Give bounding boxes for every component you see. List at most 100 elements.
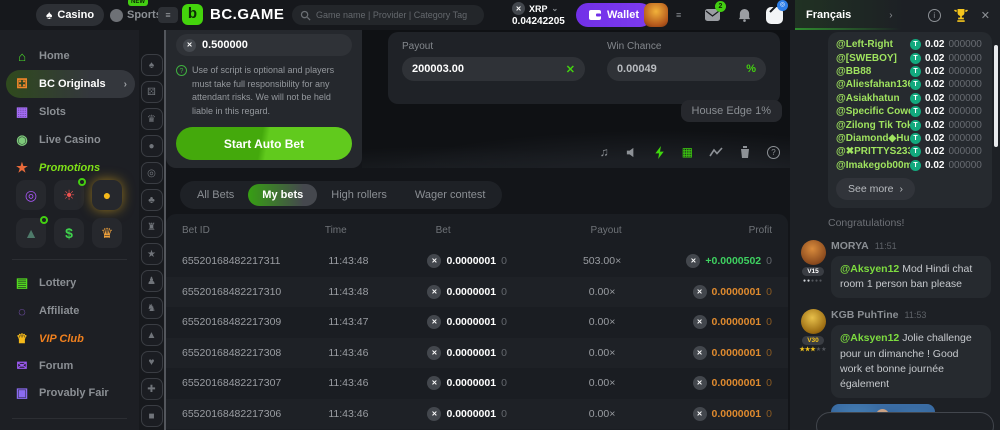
chat-room-selector[interactable]: Français bbox=[806, 9, 851, 21]
table-header: Bet ID Time Bet Payout Profit bbox=[166, 214, 788, 246]
sidebar-item-live-casino[interactable]: ◉ Live Casino bbox=[6, 126, 135, 154]
bet-value-dim: 0 bbox=[501, 316, 507, 328]
search-bar[interactable] bbox=[292, 5, 484, 25]
notifications-button[interactable] bbox=[734, 5, 754, 25]
username[interactable]: @Specific Cowden bbox=[836, 106, 910, 117]
username[interactable]: @Diamond◆Hu... bbox=[836, 133, 910, 144]
game-shortcut-button[interactable]: ◎ bbox=[141, 162, 163, 184]
table-row[interactable]: 65520168482217308 11:43:46 ✕0.00000010 0… bbox=[166, 338, 788, 369]
promo-coins-tile[interactable]: ♛ bbox=[92, 218, 122, 248]
promo-tag-tile[interactable]: $ bbox=[54, 218, 84, 248]
username[interactable]: @Aliesfahan1363 bbox=[836, 79, 910, 90]
game-shortcut-button[interactable]: ♥ bbox=[141, 351, 163, 373]
toggle-collapse-button[interactable]: ≡ bbox=[158, 7, 178, 23]
promo-wheel-tile[interactable]: ☀ bbox=[54, 180, 84, 210]
t-coin-icon: T bbox=[910, 120, 921, 131]
promo-piggy-tile[interactable]: ● bbox=[92, 180, 122, 210]
chat-scrollbar[interactable] bbox=[994, 45, 998, 147]
tab-all-bets[interactable]: All Bets bbox=[183, 184, 248, 206]
chat-input[interactable] bbox=[816, 412, 994, 430]
sidebar-item-forum[interactable]: ✉ Forum bbox=[6, 352, 135, 380]
trophy-icon[interactable] bbox=[954, 9, 968, 22]
username[interactable]: @Left-Right bbox=[836, 39, 910, 50]
username[interactable]: @[SWEBOY] bbox=[836, 53, 910, 64]
table-row[interactable]: 65520168482217311 11:43:48 ✕0.00000010 5… bbox=[166, 246, 788, 277]
sidebar-item-affiliate[interactable]: ◌ Affiliate bbox=[6, 297, 135, 325]
sidebar-item-home[interactable]: ⌂ Home bbox=[6, 42, 135, 70]
account-menu-icon[interactable]: ≡ bbox=[676, 10, 682, 20]
game-shortcut-button[interactable]: ♣ bbox=[141, 189, 163, 211]
close-icon[interactable]: ✕ bbox=[981, 9, 990, 22]
username[interactable]: @Zilong Tik Tok bbox=[836, 120, 910, 131]
table-row[interactable]: 65520168482217309 11:43:47 ✕0.00000010 0… bbox=[166, 307, 788, 338]
xrp-coin-icon: ✕ bbox=[693, 315, 707, 329]
news-button[interactable]: ◎ bbox=[764, 5, 784, 25]
message-username[interactable]: KGB PuhTine bbox=[831, 309, 898, 321]
start-auto-bet-button[interactable]: Start Auto Bet bbox=[176, 127, 352, 160]
bell-icon bbox=[738, 8, 751, 22]
sports-toggle[interactable]: Sports NEW bbox=[110, 4, 162, 26]
avatar[interactable] bbox=[801, 240, 826, 265]
tab-high-rollers[interactable]: High rollers bbox=[317, 184, 401, 206]
promo-spin-tile[interactable]: ◎ bbox=[16, 180, 46, 210]
t-coin-icon: T bbox=[910, 160, 921, 171]
game-shortcut-button[interactable]: ✚ bbox=[141, 378, 163, 400]
game-shortcut-button[interactable]: ♜ bbox=[141, 216, 163, 238]
hotkeys-icon[interactable]: ▦ bbox=[682, 145, 693, 159]
sidebar-item-vip-club[interactable]: ♛ VIP Club bbox=[6, 325, 135, 353]
username[interactable]: @Imakegob00m... bbox=[836, 160, 910, 171]
game-shortcut-button[interactable]: ♠ bbox=[141, 54, 163, 76]
bet-amount-input[interactable]: ✕ 0.500000 bbox=[176, 34, 352, 56]
turbo-icon[interactable] bbox=[654, 146, 666, 159]
game-shortcut-button[interactable]: ♟ bbox=[141, 270, 163, 292]
sidebar-item-label: Promotions bbox=[39, 162, 100, 174]
user-avatar[interactable] bbox=[644, 3, 668, 27]
sidebar-item-promotions[interactable]: ★ Promotions bbox=[6, 154, 135, 182]
avatar[interactable] bbox=[801, 309, 826, 334]
game-shortcut-button[interactable]: ▲ bbox=[141, 324, 163, 346]
promo-rocket-tile[interactable]: ▲ bbox=[16, 218, 46, 248]
sidebar-item-bc-originals[interactable]: ⚃ BC Originals › bbox=[6, 70, 135, 98]
game-shortcut-button[interactable]: ■ bbox=[141, 405, 163, 427]
table-row[interactable]: 65520168482217306 11:43:46 ✕0.00000010 0… bbox=[166, 399, 788, 430]
table-row[interactable]: 65520168482217310 11:43:48 ✕0.00000010 0… bbox=[166, 277, 788, 308]
xrp-coin-icon: ✕ bbox=[693, 407, 707, 421]
logo[interactable]: b BC.GAME bbox=[182, 4, 284, 25]
table-row[interactable]: 65520168482217307 11:43:46 ✕0.00000010 0… bbox=[166, 368, 788, 399]
win-chance-input[interactable]: 0.00049 % bbox=[607, 57, 766, 81]
sidebar: ⌂ Home ⚃ BC Originals › ▦ Slots ◉ Live C… bbox=[0, 30, 139, 430]
bet-time: 11:43:46 bbox=[328, 408, 427, 420]
help-icon[interactable]: ? bbox=[767, 146, 780, 159]
casino-toggle[interactable]: ♠ Casino bbox=[36, 4, 104, 26]
balance-selector[interactable]: ✕ XRP ⌄ 0.04242205 bbox=[512, 2, 565, 27]
game-shortcut-button[interactable]: ♞ bbox=[141, 297, 163, 319]
chat-rules-icon[interactable]: i bbox=[928, 9, 941, 22]
see-more-button[interactable]: See more › bbox=[836, 178, 915, 200]
bet-value-dim: 0 bbox=[501, 377, 507, 389]
game-shortcut-button[interactable]: ● bbox=[141, 135, 163, 157]
username[interactable]: @Asiakhatun bbox=[836, 93, 910, 104]
game-shortcut-button[interactable]: ⚄ bbox=[141, 81, 163, 103]
username[interactable]: @BB88 bbox=[836, 66, 910, 77]
sidebar-item-lottery[interactable]: ▤ Lottery bbox=[6, 269, 135, 297]
sidebar-item-slots[interactable]: ▦ Slots bbox=[6, 98, 135, 126]
game-shortcut-button[interactable]: ★ bbox=[141, 243, 163, 265]
music-toggle-icon[interactable]: ♫ bbox=[600, 145, 609, 159]
sidebar-item-provably-fair[interactable]: ▣ Provably Fair bbox=[6, 379, 135, 407]
seed-icon[interactable] bbox=[739, 146, 751, 159]
mention-link[interactable]: @Aksyen12 bbox=[840, 263, 899, 275]
xrp-coin-icon: ✕ bbox=[693, 285, 707, 299]
mention-link[interactable]: @Aksyen12 bbox=[840, 332, 899, 344]
tab-wager-contest[interactable]: Wager contest bbox=[401, 184, 500, 206]
game-shortcut-button[interactable]: ♛ bbox=[141, 108, 163, 130]
payout-input[interactable]: 200003.00 ✕ bbox=[402, 57, 585, 81]
mail-button[interactable]: 2 bbox=[702, 5, 722, 25]
message-username[interactable]: MORYA bbox=[831, 240, 869, 252]
sound-toggle-icon[interactable] bbox=[625, 146, 638, 159]
username[interactable]: @✖PRITTYS233✖ bbox=[836, 146, 910, 157]
tab-my-bets[interactable]: My bets bbox=[248, 184, 317, 206]
amount: 0.02 bbox=[925, 106, 944, 117]
wallet-button[interactable]: Wallet bbox=[576, 3, 652, 27]
trends-icon[interactable] bbox=[709, 147, 723, 158]
search-input[interactable] bbox=[316, 10, 476, 20]
